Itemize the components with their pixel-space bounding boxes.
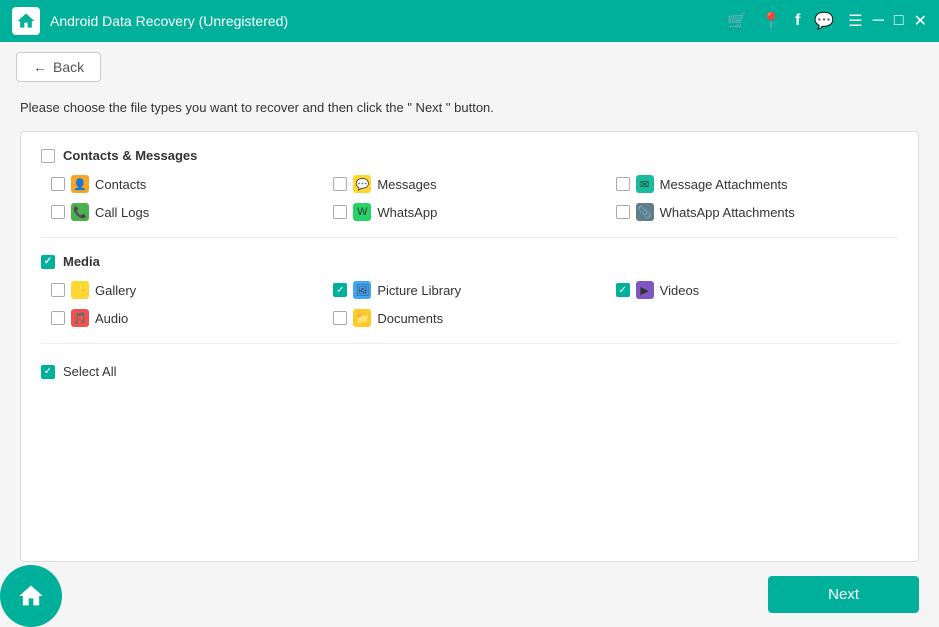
back-label: Back <box>53 59 84 75</box>
facebook-icon[interactable]: f <box>795 12 800 30</box>
contacts-icon: 👤 <box>71 175 89 193</box>
select-all-row: Select All <box>41 360 898 379</box>
contacts-label: Contacts <box>95 177 146 192</box>
msg-attach-checkbox[interactable] <box>616 177 630 191</box>
wa-attach-icon: 📎 <box>636 203 654 221</box>
close-button[interactable]: ✕ <box>914 11 927 31</box>
audio-label: Audio <box>95 311 128 326</box>
gallery-label: Gallery <box>95 283 136 298</box>
media-grid: ⭐ Gallery 🖼 Picture Library ▶ Videos 🎵 A… <box>41 281 898 327</box>
list-item: ✉ Message Attachments <box>616 175 898 193</box>
calllogs-icon: 📞 <box>71 203 89 221</box>
titlebar: Android Data Recovery (Unregistered) 🛒 📍… <box>0 0 939 42</box>
contacts-messages-header: Contacts & Messages <box>41 148 898 163</box>
messages-checkbox[interactable] <box>333 177 347 191</box>
gallery-icon: ⭐ <box>71 281 89 299</box>
toolbar: ← Back <box>0 42 939 92</box>
picture-library-icon: 🖼 <box>353 281 371 299</box>
documents-icon: 📁 <box>353 309 371 327</box>
back-button[interactable]: ← Back <box>16 52 101 82</box>
messages-icon: 💬 <box>353 175 371 193</box>
wa-attach-label: WhatsApp Attachments <box>660 205 795 220</box>
app-logo <box>12 7 40 35</box>
chat-icon[interactable]: 💬 <box>814 11 834 31</box>
next-button[interactable]: Next <box>768 576 919 613</box>
section-divider <box>41 237 898 238</box>
bottom-area: Next <box>0 562 939 627</box>
main-area: ← Back Please choose the file types you … <box>0 42 939 627</box>
media-checkbox[interactable] <box>41 255 55 269</box>
media-header: Media <box>41 254 898 269</box>
picture-library-checkbox[interactable] <box>333 283 347 297</box>
list-item: 🖼 Picture Library <box>333 281 615 299</box>
calllogs-label: Call Logs <box>95 205 149 220</box>
list-item: 🎵 Audio <box>51 309 333 327</box>
list-item: 📁 Documents <box>333 309 615 327</box>
whatsapp-icon: W <box>353 203 371 221</box>
whatsapp-label: WhatsApp <box>377 205 437 220</box>
back-arrow-icon: ← <box>33 59 47 75</box>
contacts-messages-label: Contacts & Messages <box>63 148 197 163</box>
contacts-messages-checkbox[interactable] <box>41 149 55 163</box>
list-item: 📎 WhatsApp Attachments <box>616 203 898 221</box>
file-type-panel: Contacts & Messages 👤 Contacts 💬 Message… <box>20 131 919 562</box>
cart-icon[interactable]: 🛒 <box>727 11 747 31</box>
picture-library-label: Picture Library <box>377 283 461 298</box>
videos-icon: ▶ <box>636 281 654 299</box>
app-title: Android Data Recovery (Unregistered) <box>50 13 727 29</box>
gallery-checkbox[interactable] <box>51 283 65 297</box>
calllogs-checkbox[interactable] <box>51 205 65 219</box>
videos-checkbox[interactable] <box>616 283 630 297</box>
home-button[interactable] <box>0 565 62 627</box>
section-divider-2 <box>41 343 898 344</box>
documents-label: Documents <box>377 311 443 326</box>
list-item: ⭐ Gallery <box>51 281 333 299</box>
wa-attach-checkbox[interactable] <box>616 205 630 219</box>
documents-checkbox[interactable] <box>333 311 347 325</box>
select-all-label: Select All <box>63 364 116 379</box>
videos-label: Videos <box>660 283 700 298</box>
list-item: W WhatsApp <box>333 203 615 221</box>
media-label: Media <box>63 254 100 269</box>
menu-icon[interactable]: ☰ <box>848 11 862 31</box>
list-item: ▶ Videos <box>616 281 898 299</box>
list-item: 📞 Call Logs <box>51 203 333 221</box>
pin-icon[interactable]: 📍 <box>761 11 781 31</box>
maximize-button[interactable]: □ <box>894 12 904 30</box>
audio-checkbox[interactable] <box>51 311 65 325</box>
msg-attach-icon: ✉ <box>636 175 654 193</box>
list-item: 💬 Messages <box>333 175 615 193</box>
window-controls: ─ □ ✕ <box>873 11 927 31</box>
titlebar-action-icons: 🛒 📍 f 💬 ☰ <box>727 11 862 31</box>
whatsapp-checkbox[interactable] <box>333 205 347 219</box>
messages-label: Messages <box>377 177 436 192</box>
instruction-text: Please choose the file types you want to… <box>0 92 939 131</box>
contacts-messages-grid: 👤 Contacts 💬 Messages ✉ Message Attachme… <box>41 175 898 221</box>
select-all-checkbox[interactable] <box>41 365 55 379</box>
contacts-checkbox[interactable] <box>51 177 65 191</box>
minimize-button[interactable]: ─ <box>873 12 884 30</box>
list-item: 👤 Contacts <box>51 175 333 193</box>
msg-attach-label: Message Attachments <box>660 177 788 192</box>
audio-icon: 🎵 <box>71 309 89 327</box>
